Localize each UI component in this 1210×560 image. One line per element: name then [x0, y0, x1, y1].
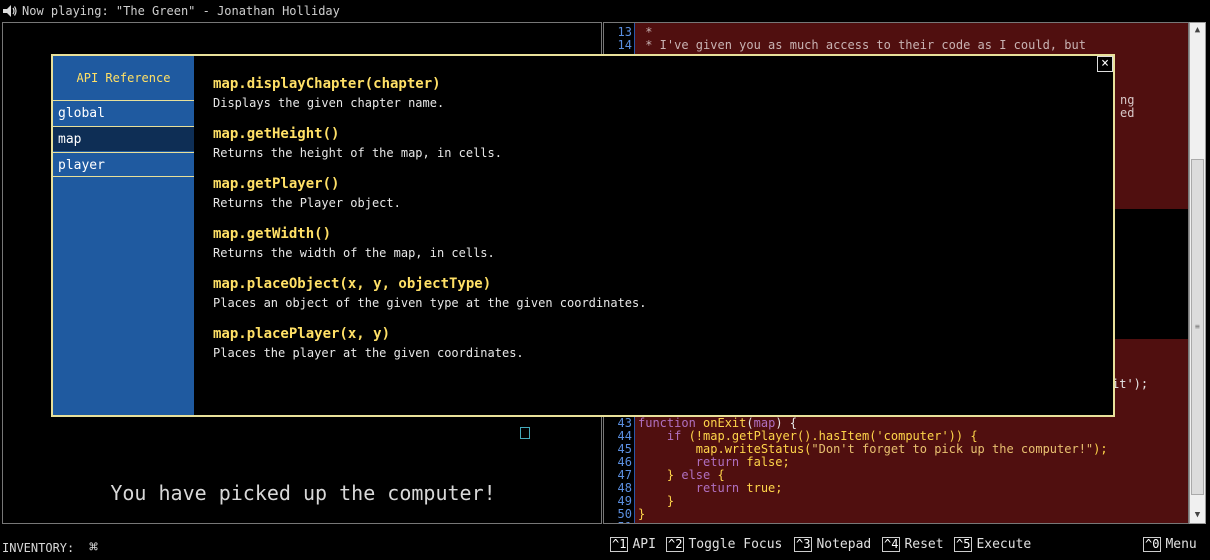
code-token: ( — [746, 416, 754, 430]
editor-scrollbar[interactable]: ▲ ≡ ▼ — [1189, 22, 1206, 524]
api-category-map[interactable]: map — [53, 126, 194, 151]
hotkey-reset[interactable]: ^4 Reset — [882, 537, 944, 552]
line-number: 51 — [606, 521, 632, 524]
status-message: You have picked up the computer! — [110, 481, 496, 505]
code-line[interactable]: 14 * I've given you as much access to th… — [604, 38, 1188, 52]
code-token: if — [666, 429, 682, 443]
code-token: else — [681, 468, 711, 482]
code-text: } — [638, 508, 645, 521]
api-signature: map.placePlayer(x, y) — [213, 326, 391, 342]
api-signature: map.placeObject(x, y, objectType) — [213, 276, 492, 292]
code-token: map.writeStatus( — [695, 442, 812, 456]
code-line[interactable]: 50} — [604, 508, 1188, 521]
api-description: Returns the height of the map, in cells. — [213, 146, 502, 160]
code-token: * I've given you as much access to their… — [638, 38, 1086, 52]
code-token: false; — [746, 455, 790, 469]
scroll-up-arrow-icon[interactable]: ▲ — [1190, 23, 1205, 38]
code-token: (!map.getPlayer().hasItem('computer')) { — [681, 429, 978, 443]
api-category-player[interactable]: player — [53, 152, 194, 177]
api-description: Returns the Player object. — [213, 196, 401, 210]
api-sidebar: API Reference global map player — [53, 56, 194, 415]
api-description: Places the player at the given coordinat… — [213, 346, 524, 360]
api-reference-dialog: API Reference global map player × map.di… — [51, 54, 1115, 417]
top-bar: Now playing: "The Green" - Jonathan Holl… — [0, 0, 1210, 22]
code-fragment: ed — [1120, 106, 1135, 120]
code-text: * I've given you as much access to their… — [638, 39, 1086, 52]
hotkey-key: ^5 — [954, 537, 973, 552]
hotkey-label: API — [632, 537, 656, 552]
code-token: ); — [1093, 442, 1108, 456]
code-token: } — [666, 468, 682, 482]
player-tile — [520, 427, 530, 439]
code-token: map — [753, 416, 776, 430]
close-icon[interactable]: × — [1097, 56, 1113, 72]
computer-item-icon: ⌘ — [89, 538, 99, 556]
hotkey-notepad[interactable]: ^3 Notepad — [794, 537, 871, 552]
hotkey-label: Menu — [1165, 537, 1197, 552]
code-line[interactable]: 51 — [604, 521, 1188, 524]
api-description: Displays the given chapter name. — [213, 96, 445, 110]
code-token: * — [638, 25, 653, 39]
hotkey-label: Toggle Focus — [688, 537, 783, 552]
code-token: } — [638, 507, 646, 521]
line-number: 14 — [617, 38, 632, 52]
hotkey-menu[interactable]: ^0 Menu — [1143, 537, 1197, 552]
api-description: Places an object of the given type at th… — [213, 296, 647, 310]
scroll-down-arrow-icon[interactable]: ▼ — [1190, 508, 1205, 523]
bottom-bar: INVENTORY: ⌘ ^1 API ^2 Toggle Focus ^3 Note… — [0, 534, 1210, 560]
code-token: function — [638, 416, 704, 430]
hotkey-execute[interactable]: ^5 Execute — [954, 537, 1031, 552]
code-token: } — [638, 494, 675, 508]
scrollbar-thumb[interactable]: ≡ — [1191, 159, 1204, 495]
inventory-label: INVENTORY: — [2, 541, 75, 555]
grip-icon: ≡ — [1195, 322, 1200, 331]
api-description: Returns the width of the map, in cells. — [213, 246, 495, 260]
code-token: true; — [746, 481, 783, 495]
api-sidebar-title: API Reference — [76, 71, 171, 85]
hotkey-key: ^3 — [794, 537, 813, 552]
hotkey-key: ^4 — [882, 537, 901, 552]
hotkey-key: ^1 — [610, 537, 629, 552]
code-token: onExit — [703, 416, 747, 430]
code-token: ) { — [775, 416, 797, 430]
code-line[interactable]: 48 return true; — [604, 481, 1188, 495]
speaker-icon[interactable] — [2, 4, 18, 18]
code-token: { — [710, 468, 725, 482]
hotkey-toggle-focus[interactable]: ^2 Toggle Focus — [666, 537, 782, 552]
api-signature: map.getHeight() — [213, 126, 340, 142]
hotkey-label: Reset — [904, 537, 944, 552]
hotkey-label: Notepad — [816, 537, 872, 552]
code-fragment: it'); — [1112, 377, 1149, 391]
code-token: return — [695, 455, 747, 469]
api-signature: map.getWidth() — [213, 226, 332, 242]
hotkey-key: ^0 — [1143, 537, 1162, 552]
now-playing-text: Now playing: "The Green" - Jonathan Holl… — [22, 4, 340, 18]
api-signature: map.displayChapter(chapter) — [213, 76, 441, 92]
api-signature: map.getPlayer() — [213, 176, 340, 192]
hotkey-label: Execute — [976, 537, 1032, 552]
code-line[interactable]: 49 } — [604, 494, 1188, 508]
hotkey-api[interactable]: ^1 API — [610, 537, 656, 552]
code-token: return — [695, 481, 747, 495]
api-category-global[interactable]: global — [53, 100, 194, 125]
code-token: "Don't forget to pick up the computer!" — [811, 442, 1094, 456]
hotkey-key: ^2 — [666, 537, 685, 552]
